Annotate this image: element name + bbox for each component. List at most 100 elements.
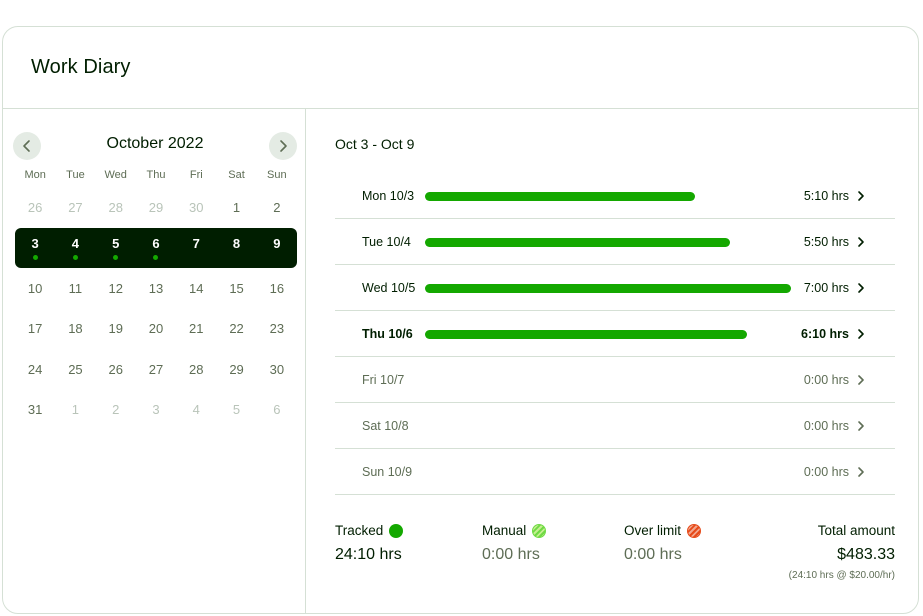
chevron-right-icon (858, 191, 864, 201)
calendar-day[interactable]: 28 (176, 349, 216, 389)
day-row-hours: 6:10 hrs (801, 326, 849, 341)
calendar-week[interactable]: 31 1 2 3 4 5 6 (15, 390, 297, 431)
calendar-day-number: 15 (229, 280, 244, 296)
calendar-day[interactable]: 25 (55, 349, 95, 389)
calendar-day-number: 19 (108, 321, 123, 337)
hours-bar-track (425, 284, 791, 293)
calendar-day-number: 2 (112, 402, 120, 418)
day-row-hours: 0:00 hrs (803, 372, 849, 387)
calendar-day[interactable]: 6 (257, 390, 297, 430)
total-label: Total amount (817, 523, 895, 538)
calendar-day[interactable]: 30 (176, 187, 216, 227)
calendar-day-number: 3 (152, 402, 160, 418)
weekday-label: Mon (24, 169, 46, 181)
chevron-right-icon (858, 283, 864, 293)
calendar-day-number: 13 (148, 280, 164, 296)
calendar-day[interactable]: 29 (216, 349, 256, 389)
week-detail-panel: Oct 3 - Oct 9 Mon 10/3 5:10 hrs Tue 10/4 5:… (307, 109, 918, 613)
tracked-label: Tracked (335, 523, 384, 538)
calendar-day[interactable]: 2 (96, 390, 136, 430)
calendar-day-number: 8 (232, 235, 241, 251)
tracked-dot-icon (389, 523, 404, 538)
calendar-day[interactable]: 2 (257, 187, 297, 227)
activity-dot-placeholder (234, 255, 239, 260)
calendar-day[interactable]: 24 (15, 349, 55, 389)
calendar-day[interactable]: 27 (55, 187, 95, 227)
calendar-day[interactable]: 1 (216, 187, 256, 227)
calendar-day[interactable]: 4 (55, 228, 95, 268)
weekday-label: Tue (66, 169, 85, 181)
calendar-week[interactable]: 26 27 28 29 30 1 2 (15, 187, 297, 228)
calendar-day[interactable]: 3 (136, 390, 176, 430)
calendar-day-number: 27 (148, 361, 164, 377)
day-row-label: Fri 10/7 (362, 372, 405, 387)
calendar-week[interactable]: 24 25 26 27 28 29 30 (15, 349, 297, 390)
manual-value: 0:00 hrs (482, 546, 540, 563)
summary: Tracked 24:10 hrs Manual 0:00 hrs Over l… (335, 523, 895, 603)
tracked-value: 24:10 hrs (335, 546, 402, 563)
calendar-day[interactable]: 23 (257, 309, 297, 349)
day-row-label: Sat 10/8 (362, 418, 409, 433)
day-row-label: Sun 10/9 (362, 464, 413, 479)
day-row[interactable]: Wed 10/5 7:00 hrs (335, 265, 895, 311)
calendar-day[interactable]: 4 (176, 390, 216, 430)
hours-bar (425, 238, 730, 247)
hours-bar (425, 192, 696, 201)
calendar-day[interactable]: 11 (55, 268, 95, 308)
activity-dot-placeholder (274, 255, 279, 260)
calendar-day[interactable]: 13 (136, 268, 176, 308)
calendar-day-number: 4 (71, 235, 80, 251)
calendar-day[interactable]: 17 (15, 309, 55, 349)
calendar-day[interactable]: 5 (96, 228, 136, 268)
calendar-day[interactable]: 22 (216, 309, 256, 349)
calendar-week-selected[interactable]: 3 4 5 6 7 8 9 (15, 227, 297, 269)
day-row-hours: 0:00 hrs (803, 418, 849, 433)
calendar-week[interactable]: 17 18 19 20 21 22 23 (15, 309, 297, 350)
weekday-label: Sun (267, 169, 287, 181)
calendar-day[interactable]: 1 (55, 390, 95, 430)
calendar-day-number: 22 (229, 321, 244, 337)
calendar-day[interactable]: 26 (96, 349, 136, 389)
next-month-button[interactable] (269, 132, 297, 160)
calendar-day[interactable]: 21 (176, 309, 216, 349)
calendar-day-number: 30 (189, 199, 204, 215)
calendar-day[interactable]: 28 (96, 187, 136, 227)
month-label: October 2022 (106, 135, 204, 152)
calendar-day[interactable]: 19 (96, 309, 136, 349)
weekday-label: Wed (104, 169, 127, 181)
calendar-day[interactable]: 3 (15, 228, 55, 268)
day-row[interactable]: Sun 10/9 0:00 hrs (335, 449, 895, 495)
calendar-week[interactable]: 10 11 12 13 14 15 16 (15, 268, 297, 309)
calendar-day[interactable]: 8 (216, 228, 256, 268)
calendar-day-number: 5 (232, 402, 241, 418)
chevron-right-icon (280, 140, 287, 152)
day-row[interactable]: Sat 10/8 0:00 hrs (335, 403, 895, 449)
day-row[interactable]: Fri 10/7 0:00 hrs (335, 357, 895, 403)
calendar-day[interactable]: 15 (216, 268, 256, 308)
weekday-label: Thu (146, 169, 166, 181)
calendar-day[interactable]: 16 (257, 268, 297, 308)
day-row-label: Tue 10/4 (362, 234, 411, 249)
calendar-day[interactable]: 9 (257, 228, 297, 268)
calendar-day[interactable]: 29 (136, 187, 176, 227)
calendar-day[interactable]: 5 (216, 390, 256, 430)
day-row[interactable]: Tue 10/4 5:50 hrs (335, 219, 895, 265)
manual-striped-dot-icon (532, 523, 547, 538)
calendar-day-number: 29 (229, 361, 244, 377)
hours-bar-track (425, 238, 791, 247)
calendar-day[interactable]: 7 (176, 228, 216, 268)
chevron-right-icon (858, 467, 864, 477)
calendar-day[interactable]: 10 (15, 268, 55, 308)
calendar-day[interactable]: 30 (257, 349, 297, 389)
calendar-day[interactable]: 14 (176, 268, 216, 308)
calendar-day[interactable]: 12 (96, 268, 136, 308)
calendar-day[interactable]: 6 (136, 228, 176, 268)
calendar-day[interactable]: 26 (15, 187, 55, 227)
calendar-day-number: 6 (273, 402, 281, 418)
day-row[interactable]: Thu 10/6 6:10 hrs (335, 311, 895, 357)
day-row[interactable]: Mon 10/3 5:10 hrs (335, 173, 895, 219)
calendar-day[interactable]: 20 (136, 309, 176, 349)
calendar-day[interactable]: 27 (136, 349, 176, 389)
calendar-day[interactable]: 18 (55, 309, 95, 349)
calendar-day[interactable]: 31 (15, 390, 55, 430)
